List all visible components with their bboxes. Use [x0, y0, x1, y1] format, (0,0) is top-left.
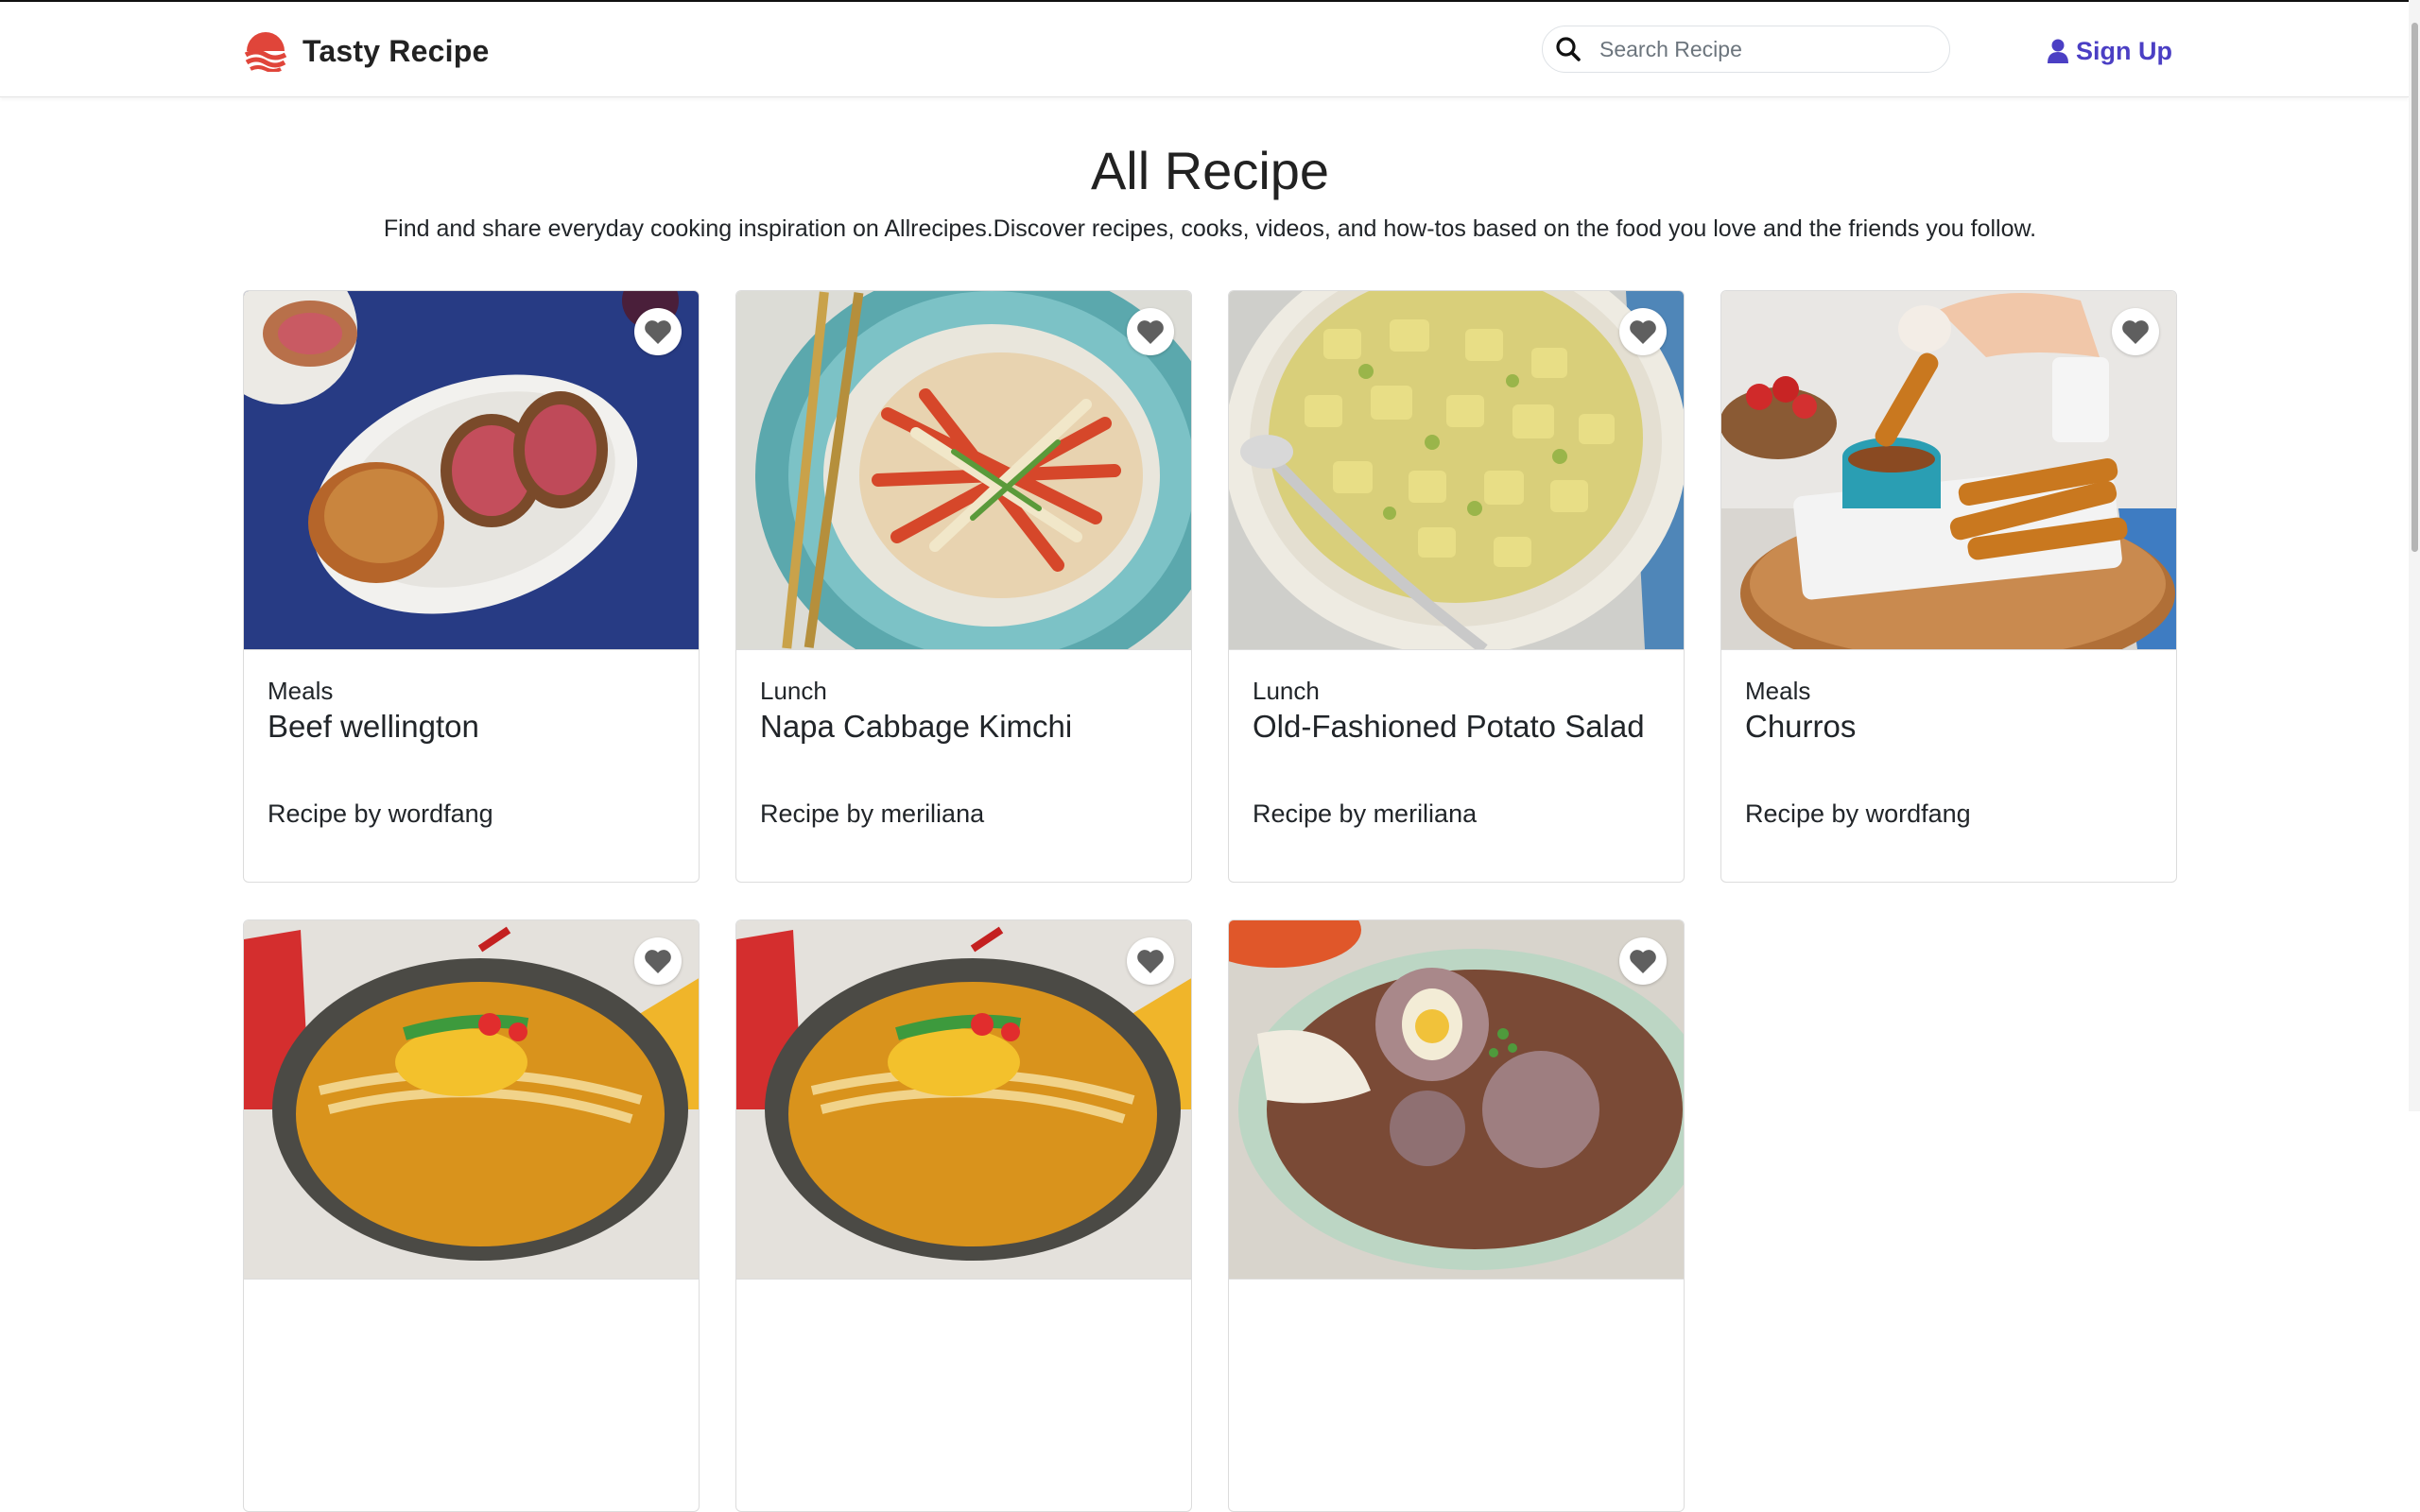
- heart-icon: [1630, 319, 1656, 344]
- recipe-author: Recipe by meriliana: [1253, 799, 1478, 828]
- ramen-photo: [244, 920, 699, 1280]
- recipe-title[interactable]: Beef wellington: [268, 709, 479, 745]
- brand-name: Tasty Recipe: [302, 33, 490, 68]
- meatball-soup-photo: [1229, 920, 1684, 1280]
- recipe-card[interactable]: Lunch Napa Cabbage Kimchi Recipe by meri…: [735, 290, 1192, 883]
- recipe-category: Meals: [268, 677, 334, 705]
- heart-icon: [2122, 319, 2149, 344]
- scrollbar-thumb[interactable]: [2411, 23, 2418, 552]
- recipe-category: Lunch: [760, 677, 827, 705]
- ramen-photo: [736, 920, 1191, 1280]
- navbar: Tasty Recipe Sign Up: [0, 2, 2409, 97]
- recipe-author: Recipe by wordfang: [1745, 799, 1971, 828]
- search-box[interactable]: [1542, 26, 1950, 73]
- recipe-card[interactable]: [243, 919, 700, 1512]
- churros-photo: [1721, 291, 2176, 650]
- page-subtitle: Find and share everyday cooking inspirat…: [383, 215, 2037, 242]
- heart-icon: [1137, 319, 1164, 344]
- recipe-title[interactable]: Churros: [1745, 709, 1856, 745]
- search-input[interactable]: [1598, 35, 1923, 63]
- page-title: All Recipe: [1090, 141, 1330, 200]
- recipe-card[interactable]: Lunch Old-Fashioned Potato Salad Recipe …: [1228, 290, 1685, 883]
- favorite-button[interactable]: [634, 937, 682, 985]
- favorite-button[interactable]: [634, 308, 682, 355]
- recipe-card[interactable]: Meals Beef wellington Recipe by wordfang: [243, 290, 700, 883]
- heart-icon: [1630, 949, 1656, 973]
- recipe-card[interactable]: [1228, 919, 1685, 1512]
- sign-up-link[interactable]: Sign Up: [2048, 32, 2172, 70]
- recipe-author: Recipe by wordfang: [268, 799, 493, 828]
- favorite-button[interactable]: [1127, 308, 1174, 355]
- recipe-title[interactable]: Napa Cabbage Kimchi: [760, 709, 1072, 745]
- favorite-button[interactable]: [1127, 937, 1174, 985]
- recipe-title[interactable]: Old-Fashioned Potato Salad: [1253, 709, 1645, 745]
- recipe-category: Lunch: [1253, 677, 1320, 705]
- favorite-button[interactable]: [1619, 308, 1667, 355]
- heart-icon: [645, 319, 671, 344]
- favorite-button[interactable]: [2112, 308, 2159, 355]
- beef-wellington-photo: [244, 291, 699, 650]
- sign-up-label: Sign Up: [2076, 36, 2172, 65]
- heart-icon: [1137, 949, 1164, 973]
- recipe-card[interactable]: Meals Churros Recipe by wordfang: [1720, 290, 2177, 883]
- potato-salad-photo: [1229, 291, 1684, 650]
- search-icon: [1556, 37, 1581, 61]
- page-scrollbar[interactable]: [2409, 0, 2420, 1111]
- striped-bowl-logo-icon: [244, 32, 287, 72]
- recipe-category: Meals: [1745, 677, 1811, 705]
- favorite-button[interactable]: [1619, 937, 1667, 985]
- recipe-card[interactable]: [735, 919, 1192, 1512]
- user-icon: [2048, 39, 2068, 63]
- kimchi-photo: [736, 291, 1191, 650]
- brand[interactable]: Tasty Recipe: [243, 28, 489, 74]
- recipe-author: Recipe by meriliana: [760, 799, 985, 828]
- heart-icon: [645, 949, 671, 973]
